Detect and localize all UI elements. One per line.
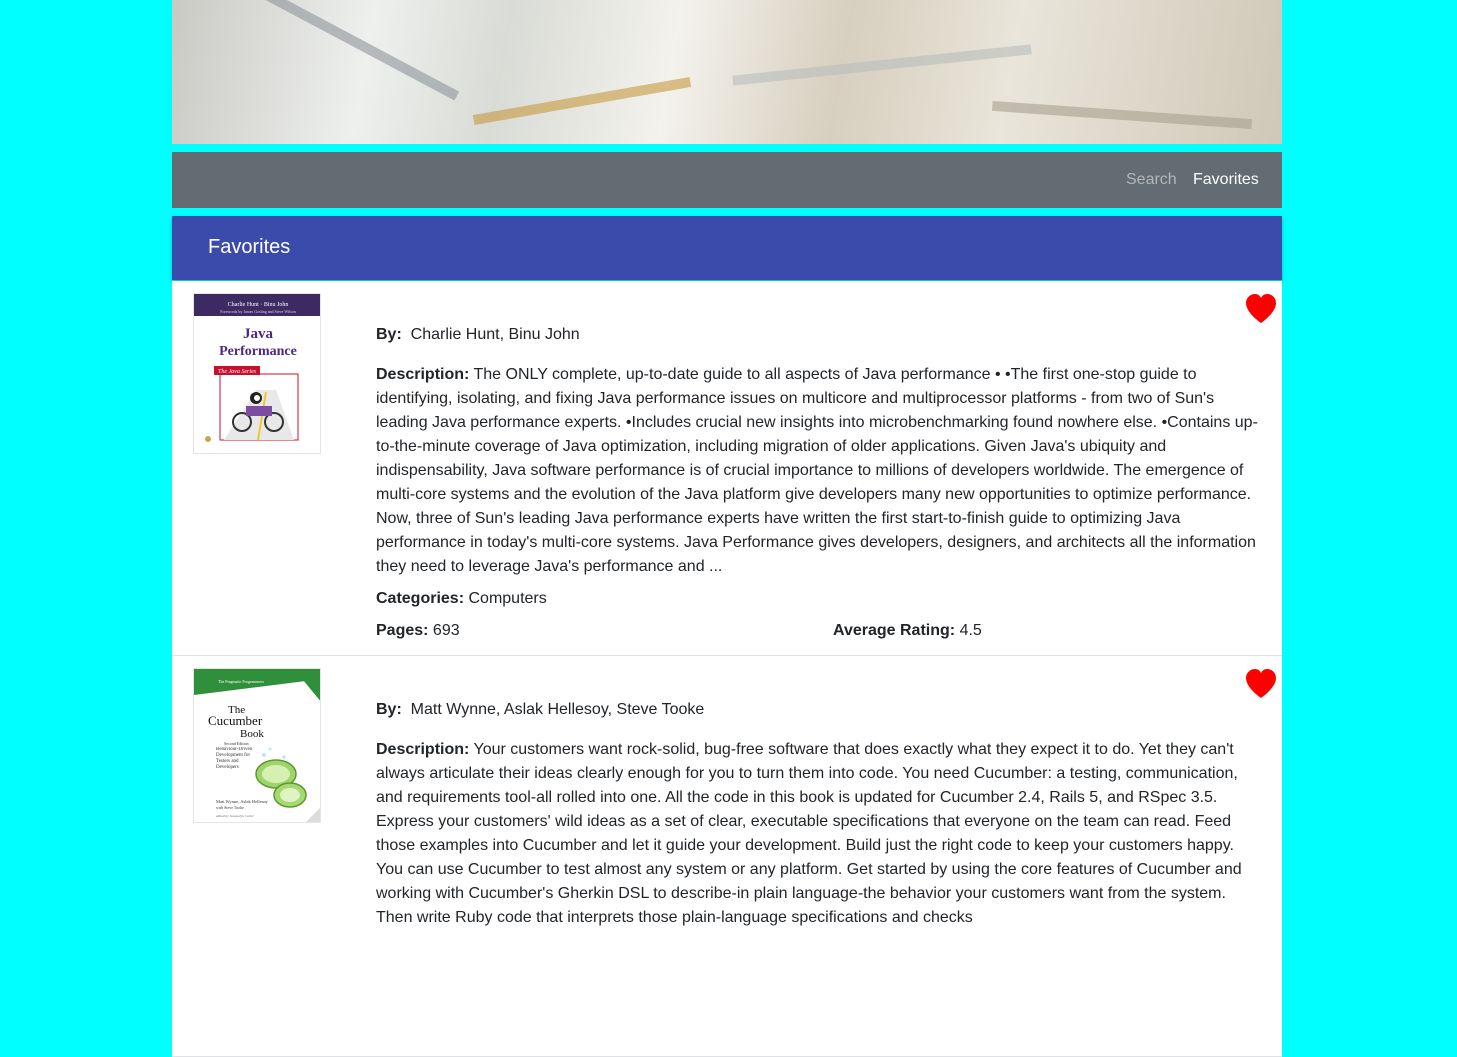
navbar: Search Favorites (172, 152, 1282, 208)
cover-publisher: The Pragmatic Programmers (218, 679, 264, 684)
book-description-row: Description: The ONLY complete, up-to-da… (376, 363, 1262, 579)
favorite-heart-icon[interactable] (1244, 668, 1278, 700)
categories-label: Categories: (376, 590, 465, 607)
book-pages-row: Pages: 693 (376, 619, 460, 643)
cover-edition: Second Edition (224, 741, 249, 746)
favorites-header-bar: Favorites (172, 216, 1282, 280)
favorites-list: Charlie Hunt · Binu John Forewords by Ja… (172, 281, 1282, 1057)
cover-authors: Charlie Hunt · Binu John (228, 302, 289, 308)
cover-title-line3: Book (240, 728, 264, 740)
book-description: The ONLY complete, up-to-date guide to a… (376, 366, 1258, 575)
book-categories: Computers (468, 590, 547, 607)
book-rating-row: Average Rating: 4.5 (833, 619, 982, 643)
book-cover-image[interactable]: Charlie Hunt · Binu John Forewords by Ja… (193, 293, 321, 454)
cover-title-line2: Cucumber (208, 713, 263, 728)
java-performance-cover: Charlie Hunt · Binu John Forewords by Ja… (194, 294, 320, 453)
book-authors-row: By: Charlie Hunt, Binu John (376, 323, 1262, 347)
cover-forewords: Forewords by James Gosling and Steve Wil… (220, 309, 296, 314)
by-label: By: (376, 701, 402, 718)
nav-favorites-link[interactable]: Favorites (1193, 152, 1259, 208)
header-banner-image (172, 0, 1282, 144)
list-item: The Pragmatic Programmers The Cucumber B… (172, 656, 1282, 1057)
book-authors-row: By: Matt Wynne, Aslak Hellesoy, Steve To… (376, 698, 1262, 722)
cover-with: with Steve Tooke (216, 805, 244, 810)
book-cover-image[interactable]: The Pragmatic Programmers The Cucumber B… (193, 668, 321, 823)
nav-search-link[interactable]: Search (1126, 152, 1177, 208)
description-label: Description: (376, 366, 470, 383)
cover-subtitle: Behaviour-Driven Development for Testers… (216, 747, 253, 770)
pages-label: Pages: (376, 622, 429, 639)
book-description: Your customers want rock-solid, bug-free… (376, 741, 1242, 926)
list-item: Charlie Hunt · Binu John Forewords by Ja… (172, 281, 1282, 656)
book-categories-row: Categories: Computers (376, 587, 547, 611)
average-rating-label: Average Rating: (833, 622, 956, 639)
book-pages: 693 (432, 622, 460, 639)
book-description-row: Description: Your customers want rock-so… (376, 738, 1248, 930)
cover-title-line2: Performance (219, 344, 297, 359)
favorite-heart-icon[interactable] (1244, 293, 1278, 325)
book-authors: Matt Wynne, Aslak Hellesoy, Steve Tooke (410, 701, 705, 718)
cucumber-book-cover: The Pragmatic Programmers The Cucumber B… (194, 669, 320, 822)
by-label: By: (376, 326, 402, 343)
cover-editor: edited by Jacquelyn Carter (216, 814, 255, 818)
page-title: Favorites (208, 236, 291, 258)
cover-title-line1: Java (243, 326, 274, 342)
page-container: Search Favorites Favorites Charlie Hunt … (172, 0, 1282, 1057)
description-label: Description: (376, 741, 470, 758)
book-average-rating: 4.5 (959, 622, 982, 639)
book-authors: Charlie Hunt, Binu John (410, 326, 580, 343)
